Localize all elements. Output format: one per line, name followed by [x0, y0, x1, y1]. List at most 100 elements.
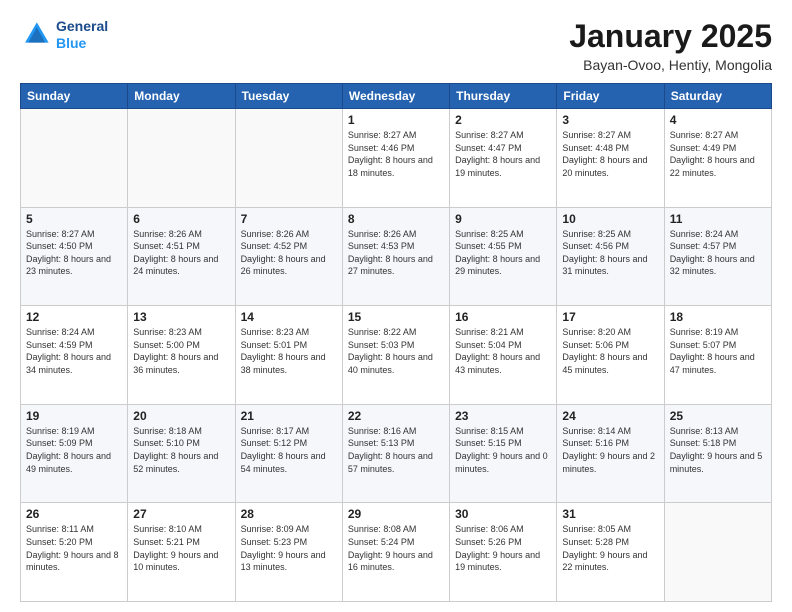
- title-block: January 2025 Bayan-Ovoo, Hentiy, Mongoli…: [569, 18, 772, 73]
- day-number: 21: [241, 409, 337, 423]
- day-number: 14: [241, 310, 337, 324]
- day-info: Sunrise: 8:08 AM Sunset: 5:24 PM Dayligh…: [348, 523, 444, 573]
- title-month: January 2025: [569, 18, 772, 55]
- logo-icon: [20, 19, 52, 51]
- day-info: Sunrise: 8:11 AM Sunset: 5:20 PM Dayligh…: [26, 523, 122, 573]
- page: General Blue January 2025 Bayan-Ovoo, He…: [0, 0, 792, 612]
- day-number: 7: [241, 212, 337, 226]
- day-info: Sunrise: 8:26 AM Sunset: 4:51 PM Dayligh…: [133, 228, 229, 278]
- day-info: Sunrise: 8:16 AM Sunset: 5:13 PM Dayligh…: [348, 425, 444, 475]
- table-row: 3 Sunrise: 8:27 AM Sunset: 4:48 PM Daylig…: [557, 109, 664, 208]
- col-monday: Monday: [128, 84, 235, 109]
- day-number: 22: [348, 409, 444, 423]
- col-tuesday: Tuesday: [235, 84, 342, 109]
- day-number: 19: [26, 409, 122, 423]
- calendar-week-4: 26 Sunrise: 8:11 AM Sunset: 5:20 PM Dayli…: [21, 503, 772, 602]
- day-info: Sunrise: 8:13 AM Sunset: 5:18 PM Dayligh…: [670, 425, 766, 475]
- day-number: 2: [455, 113, 551, 127]
- day-info: Sunrise: 8:19 AM Sunset: 5:09 PM Dayligh…: [26, 425, 122, 475]
- day-number: 8: [348, 212, 444, 226]
- table-row: 22 Sunrise: 8:16 AM Sunset: 5:13 PM Dayli…: [342, 404, 449, 503]
- day-info: Sunrise: 8:06 AM Sunset: 5:26 PM Dayligh…: [455, 523, 551, 573]
- calendar-week-1: 5Sunrise: 8:27 AM Sunset: 4:50 PM Daylig…: [21, 207, 772, 306]
- table-row: [128, 109, 235, 208]
- calendar-week-3: 19 Sunrise: 8:19 AM Sunset: 5:09 PM Dayli…: [21, 404, 772, 503]
- day-number: 9: [455, 212, 551, 226]
- day-number: 30: [455, 507, 551, 521]
- day-info: Sunrise: 8:21 AM Sunset: 5:04 PM Dayligh…: [455, 326, 551, 376]
- col-thursday: Thursday: [450, 84, 557, 109]
- day-info: Sunrise: 8:26 AM Sunset: 4:52 PM Dayligh…: [241, 228, 337, 278]
- day-number: 12: [26, 310, 122, 324]
- day-number: 23: [455, 409, 551, 423]
- col-wednesday: Wednesday: [342, 84, 449, 109]
- day-number: 17: [562, 310, 658, 324]
- calendar-week-2: 12 Sunrise: 8:24 AM Sunset: 4:59 PM Dayli…: [21, 306, 772, 405]
- day-number: 25: [670, 409, 766, 423]
- calendar-table: Sunday Monday Tuesday Wednesday Thursday…: [20, 83, 772, 602]
- col-friday: Friday: [557, 84, 664, 109]
- table-row: 1Sunrise: 8:27 AM Sunset: 4:46 PM Daylig…: [342, 109, 449, 208]
- day-info: Sunrise: 8:26 AM Sunset: 4:53 PM Dayligh…: [348, 228, 444, 278]
- logo-line2: Blue: [56, 35, 108, 52]
- day-number: 4: [670, 113, 766, 127]
- table-row: 12 Sunrise: 8:24 AM Sunset: 4:59 PM Dayli…: [21, 306, 128, 405]
- calendar-week-0: 1Sunrise: 8:27 AM Sunset: 4:46 PM Daylig…: [21, 109, 772, 208]
- table-row: 5Sunrise: 8:27 AM Sunset: 4:50 PM Daylig…: [21, 207, 128, 306]
- day-info: Sunrise: 8:10 AM Sunset: 5:21 PM Dayligh…: [133, 523, 229, 573]
- calendar-header-row: Sunday Monday Tuesday Wednesday Thursday…: [21, 84, 772, 109]
- table-row: 16 Sunrise: 8:21 AM Sunset: 5:04 PM Dayli…: [450, 306, 557, 405]
- day-number: 27: [133, 507, 229, 521]
- day-number: 26: [26, 507, 122, 521]
- table-row: 7 Sunrise: 8:26 AM Sunset: 4:52 PM Daylig…: [235, 207, 342, 306]
- table-row: 2Sunrise: 8:27 AM Sunset: 4:47 PM Daylig…: [450, 109, 557, 208]
- day-info: Sunrise: 8:17 AM Sunset: 5:12 PM Dayligh…: [241, 425, 337, 475]
- table-row: [21, 109, 128, 208]
- day-info: Sunrise: 8:20 AM Sunset: 5:06 PM Dayligh…: [562, 326, 658, 376]
- table-row: 13Sunrise: 8:23 AM Sunset: 5:00 PM Dayli…: [128, 306, 235, 405]
- day-number: 5: [26, 212, 122, 226]
- table-row: 18 Sunrise: 8:19 AM Sunset: 5:07 PM Dayli…: [664, 306, 771, 405]
- day-info: Sunrise: 8:27 AM Sunset: 4:46 PM Dayligh…: [348, 129, 444, 179]
- table-row: 9 Sunrise: 8:25 AM Sunset: 4:55 PM Daylig…: [450, 207, 557, 306]
- day-number: 3: [562, 113, 658, 127]
- day-info: Sunrise: 8:24 AM Sunset: 4:59 PM Dayligh…: [26, 326, 122, 376]
- table-row: 14 Sunrise: 8:23 AM Sunset: 5:01 PM Dayli…: [235, 306, 342, 405]
- day-info: Sunrise: 8:27 AM Sunset: 4:48 PM Dayligh…: [562, 129, 658, 179]
- table-row: 4 Sunrise: 8:27 AM Sunset: 4:49 PM Daylig…: [664, 109, 771, 208]
- day-number: 10: [562, 212, 658, 226]
- day-info: Sunrise: 8:25 AM Sunset: 4:55 PM Dayligh…: [455, 228, 551, 278]
- logo-line1: General: [56, 18, 108, 35]
- title-location: Bayan-Ovoo, Hentiy, Mongolia: [569, 57, 772, 73]
- day-info: Sunrise: 8:25 AM Sunset: 4:56 PM Dayligh…: [562, 228, 658, 278]
- day-number: 11: [670, 212, 766, 226]
- day-number: 16: [455, 310, 551, 324]
- day-number: 20: [133, 409, 229, 423]
- day-number: 13: [133, 310, 229, 324]
- day-number: 15: [348, 310, 444, 324]
- day-info: Sunrise: 8:15 AM Sunset: 5:15 PM Dayligh…: [455, 425, 551, 475]
- day-number: 6: [133, 212, 229, 226]
- day-info: Sunrise: 8:18 AM Sunset: 5:10 PM Dayligh…: [133, 425, 229, 475]
- table-row: 27 Sunrise: 8:10 AM Sunset: 5:21 PM Dayli…: [128, 503, 235, 602]
- header: General Blue January 2025 Bayan-Ovoo, He…: [20, 18, 772, 73]
- day-number: 31: [562, 507, 658, 521]
- day-info: Sunrise: 8:22 AM Sunset: 5:03 PM Dayligh…: [348, 326, 444, 376]
- day-info: Sunrise: 8:14 AM Sunset: 5:16 PM Dayligh…: [562, 425, 658, 475]
- table-row: [235, 109, 342, 208]
- table-row: 19 Sunrise: 8:19 AM Sunset: 5:09 PM Dayli…: [21, 404, 128, 503]
- table-row: 6 Sunrise: 8:26 AM Sunset: 4:51 PM Daylig…: [128, 207, 235, 306]
- logo-text: General Blue: [56, 18, 108, 52]
- day-info: Sunrise: 8:19 AM Sunset: 5:07 PM Dayligh…: [670, 326, 766, 376]
- table-row: 26 Sunrise: 8:11 AM Sunset: 5:20 PM Dayli…: [21, 503, 128, 602]
- day-info: Sunrise: 8:24 AM Sunset: 4:57 PM Dayligh…: [670, 228, 766, 278]
- logo: General Blue: [20, 18, 108, 52]
- day-info: Sunrise: 8:27 AM Sunset: 4:49 PM Dayligh…: [670, 129, 766, 179]
- table-row: 25 Sunrise: 8:13 AM Sunset: 5:18 PM Dayli…: [664, 404, 771, 503]
- day-number: 18: [670, 310, 766, 324]
- col-saturday: Saturday: [664, 84, 771, 109]
- col-sunday: Sunday: [21, 84, 128, 109]
- table-row: 24Sunrise: 8:14 AM Sunset: 5:16 PM Dayli…: [557, 404, 664, 503]
- day-info: Sunrise: 8:23 AM Sunset: 5:01 PM Dayligh…: [241, 326, 337, 376]
- table-row: 31Sunrise: 8:05 AM Sunset: 5:28 PM Dayli…: [557, 503, 664, 602]
